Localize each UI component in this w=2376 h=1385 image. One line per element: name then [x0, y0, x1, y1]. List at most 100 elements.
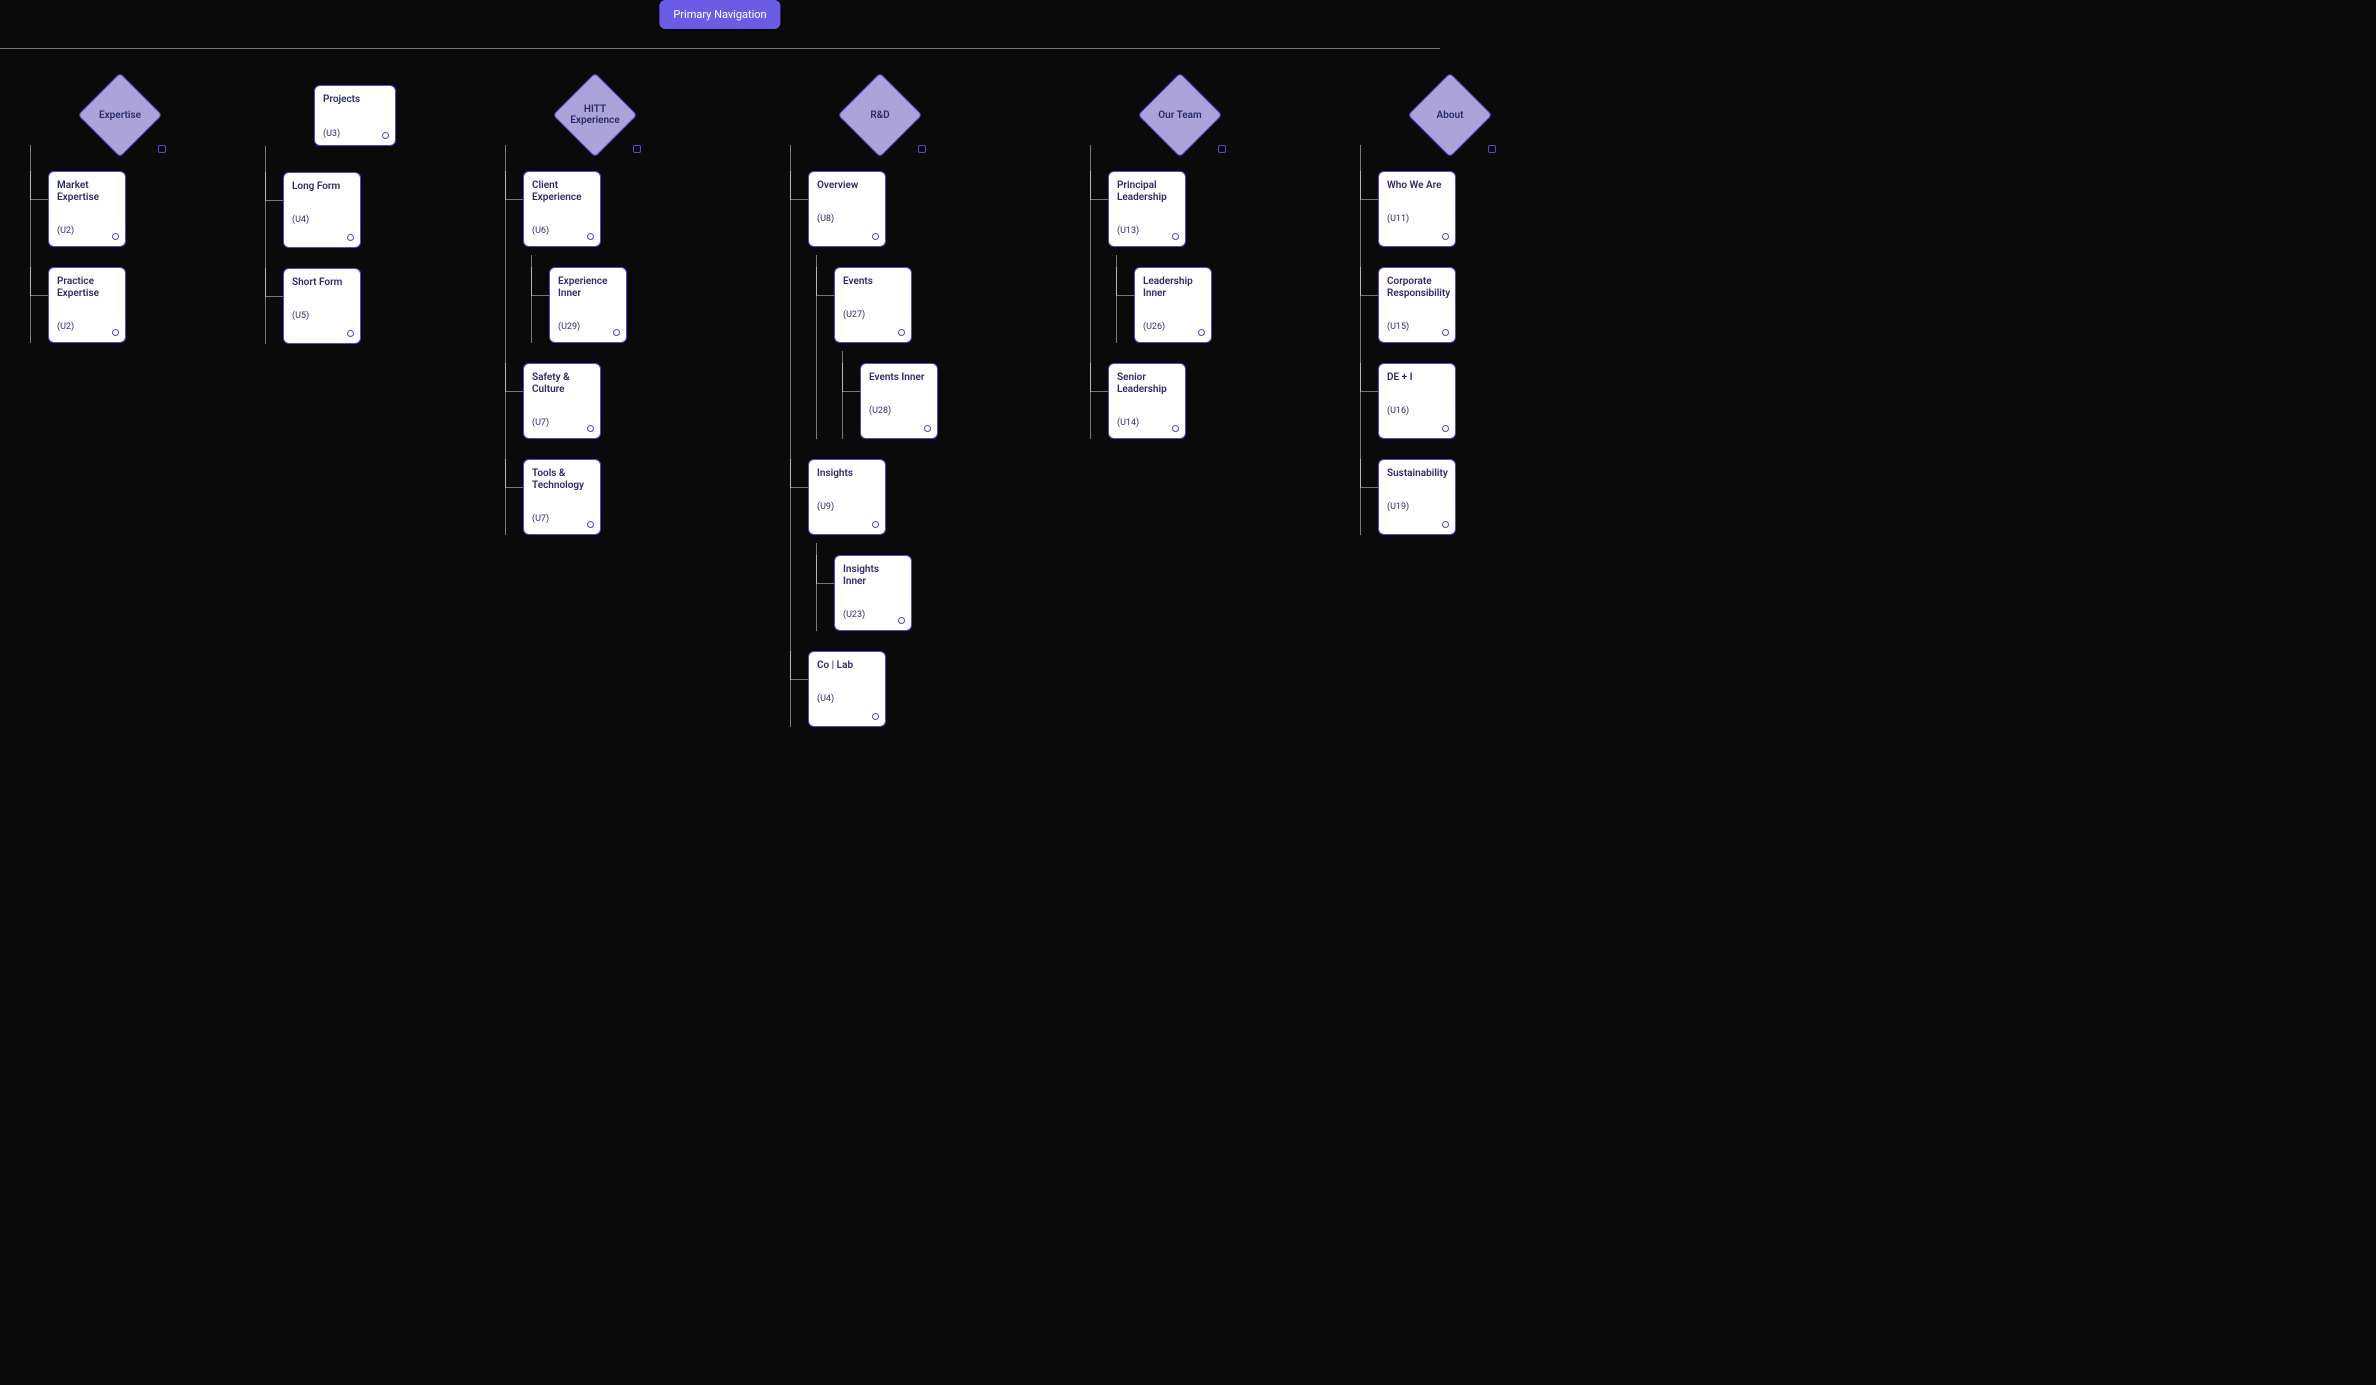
node-handle-icon: [924, 425, 931, 432]
card-code: (U11): [1387, 214, 1447, 224]
node-card[interactable]: Experience Inner (U29): [549, 267, 627, 343]
card-title: Events: [843, 276, 903, 288]
section-header-expertise[interactable]: Expertise: [90, 85, 150, 145]
section-projects: Projects (U3) Long Form (U4) Short Form …: [245, 85, 465, 344]
card-title: Senior Leadership: [1117, 372, 1177, 396]
section-header-label: Our Team: [1150, 85, 1210, 145]
node-card[interactable]: Co | Lab (U4): [808, 651, 886, 727]
node-handle-icon: [613, 329, 620, 336]
section-header-rd[interactable]: R&D: [850, 85, 910, 145]
node-handle-icon: [587, 233, 594, 240]
node-handle-icon: [1442, 329, 1449, 336]
section-header-about[interactable]: About: [1420, 85, 1480, 145]
node-card[interactable]: Events Inner (U28): [860, 363, 938, 439]
card-code: (U6): [532, 226, 592, 236]
card-code: (U26): [1143, 322, 1203, 332]
node-card[interactable]: Client Experience (U6): [523, 171, 601, 247]
card-code: (U7): [532, 514, 592, 524]
card-title: Short Form: [292, 277, 352, 289]
card-title: Long Form: [292, 181, 352, 193]
node-handle-icon: [1488, 145, 1496, 153]
card-code: (U2): [57, 322, 117, 332]
node-handle-icon: [1172, 233, 1179, 240]
card-code: (U5): [292, 311, 352, 321]
node-card[interactable]: Leadership Inner (U26): [1134, 267, 1212, 343]
node-card[interactable]: Events (U27): [834, 267, 912, 343]
node-handle-icon: [1198, 329, 1205, 336]
node-card[interactable]: Long Form (U4): [283, 172, 361, 248]
root-label: Primary Navigation: [673, 8, 766, 21]
node-card[interactable]: Practice Expertise (U2): [48, 267, 126, 343]
node-card[interactable]: Principal Leadership (U13): [1108, 171, 1186, 247]
card-title: Insights: [817, 468, 877, 480]
section-header-team[interactable]: Our Team: [1150, 85, 1210, 145]
section-header-label: HITT Experience: [565, 85, 625, 145]
node-card[interactable]: Who We Are (U11): [1378, 171, 1456, 247]
node-handle-icon: [587, 521, 594, 528]
node-card[interactable]: Safety & Culture (U7): [523, 363, 601, 439]
node-handle-icon: [1442, 233, 1449, 240]
section-expertise: Expertise Market Expertise (U2) Practice…: [10, 85, 230, 343]
card-title: Experience Inner: [558, 276, 618, 300]
node-handle-icon: [158, 145, 166, 153]
node-card[interactable]: Market Expertise (U2): [48, 171, 126, 247]
node-card[interactable]: Insights (U9): [808, 459, 886, 535]
node-handle-icon: [872, 233, 879, 240]
node-handle-icon: [1442, 425, 1449, 432]
node-card[interactable]: Overview (U8): [808, 171, 886, 247]
node-handle-icon: [112, 233, 119, 240]
node-card[interactable]: Short Form (U5): [283, 268, 361, 344]
node-handle-icon: [898, 329, 905, 336]
section-rd: R&D Overview (U8) Events (U27): [770, 85, 990, 727]
section-about: About Who We Are (U11) Corporate Respons…: [1340, 85, 1560, 535]
sitemap-canvas[interactable]: Primary Navigation Expertise Market Expe…: [0, 0, 1440, 840]
card-code: (U13): [1117, 226, 1177, 236]
node-handle-icon: [587, 425, 594, 432]
card-code: (U3): [323, 129, 387, 139]
node-card[interactable]: Senior Leadership (U14): [1108, 363, 1186, 439]
node-handle-icon: [1172, 425, 1179, 432]
node-card[interactable]: DE + I (U16): [1378, 363, 1456, 439]
node-card[interactable]: Corporate Responsibility (U15): [1378, 267, 1456, 343]
node-card[interactable]: Insights Inner (U23): [834, 555, 912, 631]
node-handle-icon: [872, 521, 879, 528]
node-handle-icon: [347, 234, 354, 241]
section-header-hitt[interactable]: HITT Experience: [565, 85, 625, 145]
card-code: (U4): [292, 215, 352, 225]
card-title: Market Expertise: [57, 180, 117, 204]
card-title: Practice Expertise: [57, 276, 117, 300]
card-title: Co | Lab: [817, 660, 877, 672]
card-code: (U9): [817, 502, 877, 512]
card-title: Sustainability: [1387, 468, 1447, 480]
card-code: (U4): [817, 694, 877, 704]
card-code: (U29): [558, 322, 618, 332]
root-node[interactable]: Primary Navigation: [659, 0, 780, 29]
card-title: Leadership Inner: [1143, 276, 1203, 300]
node-card[interactable]: Tools & Technology (U7): [523, 459, 601, 535]
card-code: (U27): [843, 310, 903, 320]
node-handle-icon: [918, 145, 926, 153]
card-title: Corporate Responsibility: [1387, 276, 1447, 300]
card-code: (U23): [843, 610, 903, 620]
section-header-projects[interactable]: Projects (U3): [314, 85, 396, 146]
section-header-label: Projects: [323, 94, 387, 105]
card-title: Principal Leadership: [1117, 180, 1177, 204]
section-header-label: Expertise: [90, 85, 150, 145]
card-title: Tools & Technology: [532, 468, 592, 492]
node-handle-icon: [898, 617, 905, 624]
card-code: (U2): [57, 226, 117, 236]
card-title: Safety & Culture: [532, 372, 592, 396]
node-handle-icon: [1218, 145, 1226, 153]
node-handle-icon: [112, 329, 119, 336]
node-card[interactable]: Sustainability (U19): [1378, 459, 1456, 535]
card-title: Overview: [817, 180, 877, 192]
card-title: DE + I: [1387, 372, 1447, 384]
node-handle-icon: [872, 713, 879, 720]
card-title: Events Inner: [869, 372, 929, 384]
card-code: (U8): [817, 214, 877, 224]
card-code: (U28): [869, 406, 929, 416]
card-title: Insights Inner: [843, 564, 903, 588]
card-code: (U19): [1387, 502, 1447, 512]
node-handle-icon: [382, 132, 389, 139]
card-code: (U16): [1387, 406, 1447, 416]
